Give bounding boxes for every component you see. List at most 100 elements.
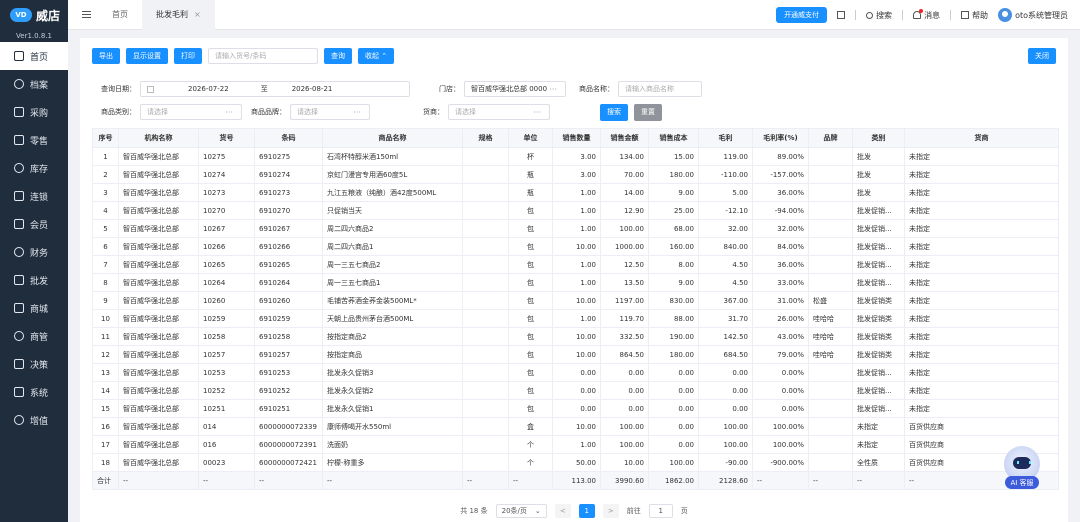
sidebar-item-3[interactable]: 零售 bbox=[0, 126, 68, 154]
column-header[interactable]: 商品名称 bbox=[322, 128, 463, 148]
table-cell: -900.00% bbox=[752, 453, 809, 472]
sidebar-item-6[interactable]: 会员 bbox=[0, 210, 68, 238]
table-row[interactable]: 3 智百威华强北总部 10273 6910273 九江五粮液（纯酿）酒42度500ML 瓶… bbox=[92, 183, 1059, 202]
table-row[interactable]: 5 智百威华强北总部 10267 6910267 周二四六商品2 包 1.00 100.00 6… bbox=[92, 219, 1059, 238]
export-button[interactable]: 导出 bbox=[92, 48, 120, 64]
sidebar-item-0[interactable]: 首页 bbox=[0, 42, 68, 70]
column-header[interactable]: 机构名称 bbox=[118, 128, 199, 148]
column-header[interactable]: 销售成本 bbox=[648, 128, 699, 148]
table-row[interactable]: 11 智百威华强北总部 10258 6910258 按指定商品2 包 10.00 332.50… bbox=[92, 327, 1059, 346]
table-cell: 1.00 bbox=[552, 309, 601, 328]
table-row[interactable]: 8 智百威华强北总部 10264 6910264 周一三五七商品1 包 1.00 13.50 9… bbox=[92, 273, 1059, 292]
sidebar-item-11[interactable]: 决策 bbox=[0, 350, 68, 378]
table-cell bbox=[808, 417, 853, 436]
category-select[interactable]: 请选择 ··· bbox=[140, 104, 242, 120]
table-cell: 13 bbox=[92, 363, 119, 382]
user-menu[interactable]: oto系统管理员 bbox=[998, 8, 1068, 22]
table-row[interactable]: 17 智百威华强北总部 016 6000000072391 洗面奶个 1.00 100.00… bbox=[92, 435, 1059, 454]
supplier-select[interactable]: 请选择 ··· bbox=[448, 104, 550, 120]
column-header[interactable]: 货号 bbox=[198, 128, 255, 148]
table-cell: 全性质 bbox=[852, 453, 905, 472]
search-button[interactable]: 搜索 bbox=[600, 103, 628, 121]
column-header[interactable]: 条码 bbox=[254, 128, 323, 148]
table-row[interactable]: 9 智百威华强北总部 10260 6910260 毛铺苦荞酒金荞金装500ML* 包 10.… bbox=[92, 291, 1059, 310]
help-link[interactable]: 帮助 bbox=[961, 10, 988, 21]
sidebar-item-5[interactable]: 连锁 bbox=[0, 182, 68, 210]
fullscreen-icon[interactable] bbox=[837, 11, 846, 19]
summary-cell: -- bbox=[808, 471, 853, 490]
table-cell: 智百威华强北总部 bbox=[118, 363, 199, 382]
product-name-input[interactable]: 请输入商品名称 bbox=[618, 81, 702, 97]
table-cell: 个 bbox=[508, 453, 553, 472]
table-row[interactable]: 14 智百威华强北总部 10252 6910252 批发永久促销2 包 0.00 0.00 0.… bbox=[92, 381, 1059, 400]
ai-service-widget[interactable]: AI 客服 bbox=[1002, 446, 1042, 492]
sidebar-item-2[interactable]: 采购 bbox=[0, 98, 68, 126]
column-header[interactable]: 毛利率(%) bbox=[752, 128, 809, 148]
column-header[interactable]: 规格 bbox=[462, 128, 509, 148]
table-cell: 柠檬-称重多 bbox=[322, 453, 463, 472]
collapse-button[interactable]: 收起 ⌃ bbox=[358, 48, 395, 64]
open-pay-button[interactable]: 开通威支付 bbox=[776, 7, 828, 23]
next-page-button[interactable]: > bbox=[602, 504, 619, 518]
reset-button[interactable]: 重置 bbox=[634, 103, 662, 121]
table-row[interactable]: 2 智百威华强北总部 10274 6910274 京虹门漫宫专用酒60度5L 瓶 3.00 7… bbox=[92, 165, 1059, 184]
messages-link[interactable]: 消息 bbox=[913, 9, 940, 21]
tab-home[interactable]: 首页 bbox=[98, 0, 142, 30]
table-cell bbox=[462, 309, 509, 328]
table-row[interactable]: 7 智百威华强北总部 10265 6910265 周一三五七商品2 包 1.00 12.50 8… bbox=[92, 255, 1059, 274]
table-cell: 未指定 bbox=[904, 345, 1059, 364]
prev-page-button[interactable]: < bbox=[554, 504, 571, 518]
table-cell: 100.00 bbox=[648, 453, 699, 472]
page-size-select[interactable]: 20条/页 ⌄ bbox=[495, 504, 547, 518]
table-row[interactable]: 4 智百威华强北总部 10270 6910270 只促销当天 包 1.00 12.90 25.0… bbox=[92, 201, 1059, 220]
column-header[interactable]: 销售数量 bbox=[552, 128, 601, 148]
table-cell: 00023 bbox=[198, 453, 255, 472]
tab-wholesale-profit[interactable]: 批发毛利 × bbox=[142, 0, 215, 30]
goto-page-input[interactable]: 1 bbox=[648, 504, 673, 518]
column-header[interactable]: 单位 bbox=[508, 128, 553, 148]
top-right-actions: 开通威支付 搜索 消息 帮助 oto系统管理员 bbox=[776, 0, 1068, 30]
print-button[interactable]: 打印 bbox=[174, 48, 202, 64]
column-header[interactable]: 品牌 bbox=[808, 128, 853, 148]
sidebar-item-4[interactable]: 库存 bbox=[0, 154, 68, 182]
table-cell: 119.00 bbox=[698, 147, 753, 166]
column-header[interactable]: 类别 bbox=[852, 128, 905, 148]
tab-close-icon[interactable]: × bbox=[194, 10, 201, 19]
home-icon bbox=[14, 51, 24, 61]
sidebar-item-9[interactable]: 商城 bbox=[0, 294, 68, 322]
sidebar-item-13[interactable]: 增值 bbox=[0, 406, 68, 434]
column-header[interactable]: 销售金额 bbox=[600, 128, 649, 148]
close-button[interactable]: 关闭 bbox=[1028, 48, 1056, 64]
sidebar-item-12[interactable]: 系统 bbox=[0, 378, 68, 406]
table-row[interactable]: 13 智百威华强北总部 10253 6910253 批发永久促销3 包 0.00 0.00 0.… bbox=[92, 363, 1059, 382]
brand-select[interactable]: 请选择 ··· bbox=[290, 104, 370, 120]
table-row[interactable]: 18 智百威华强北总部 00023 6000000072421 柠檬-称重多 个 50.00… bbox=[92, 453, 1059, 472]
table-row[interactable]: 1 智百威华强北总部 10275 6910275 石湾杯特醇米酒150ml 杯 3.00 13… bbox=[92, 147, 1059, 166]
table-row[interactable]: 16 智百威华强北总部 014 6000000072339 康师傅喝开水550ml 盒 10… bbox=[92, 417, 1059, 436]
code-search-input[interactable]: 请输入货号/条码 bbox=[208, 48, 318, 64]
page-1-button[interactable]: 1 bbox=[578, 504, 595, 518]
column-header[interactable]: 货商 bbox=[904, 128, 1059, 148]
sidebar-item-1[interactable]: 档案 bbox=[0, 70, 68, 98]
table-cell: 10253 bbox=[198, 363, 255, 382]
table-cell: -90.00 bbox=[698, 453, 753, 472]
search-link[interactable]: 搜索 bbox=[866, 10, 892, 21]
store-select[interactable]: 智百威华强北总部 0000 ··· bbox=[464, 81, 566, 97]
table-cell: 批发促销... bbox=[852, 201, 905, 220]
column-header[interactable]: 毛利 bbox=[698, 128, 753, 148]
table-row[interactable]: 12 智百威华强北总部 10257 6910257 按指定商品 包 10.00 864.50 1… bbox=[92, 345, 1059, 364]
sidebar-item-8[interactable]: 批发 bbox=[0, 266, 68, 294]
display-settings-button[interactable]: 显示设置 bbox=[126, 48, 168, 64]
table-cell: 杯 bbox=[508, 147, 553, 166]
query-button[interactable]: 查询 bbox=[324, 48, 352, 64]
table-cell: 6910259 bbox=[254, 309, 323, 328]
table-row[interactable]: 6 智百威华强北总部 10266 6910266 周二四六商品1 包 10.00 1000.0… bbox=[92, 237, 1059, 256]
menu-toggle-icon[interactable] bbox=[74, 0, 98, 30]
date-range-picker[interactable]: 2026-07-22 至 2026-08-21 bbox=[140, 81, 410, 97]
table-row[interactable]: 15 智百威华强北总部 10251 6910251 批发永久促销1 包 0.00 0.00 0.… bbox=[92, 399, 1059, 418]
sidebar-item-7[interactable]: 财务 bbox=[0, 238, 68, 266]
table-cell: 5 bbox=[92, 219, 119, 238]
sidebar-item-10[interactable]: 商管 bbox=[0, 322, 68, 350]
table-row[interactable]: 10 智百威华强北总部 10259 6910259 天朝上品贵州茅台酒500ML 包 1.0… bbox=[92, 309, 1059, 328]
column-header[interactable]: 序号 bbox=[92, 128, 119, 148]
